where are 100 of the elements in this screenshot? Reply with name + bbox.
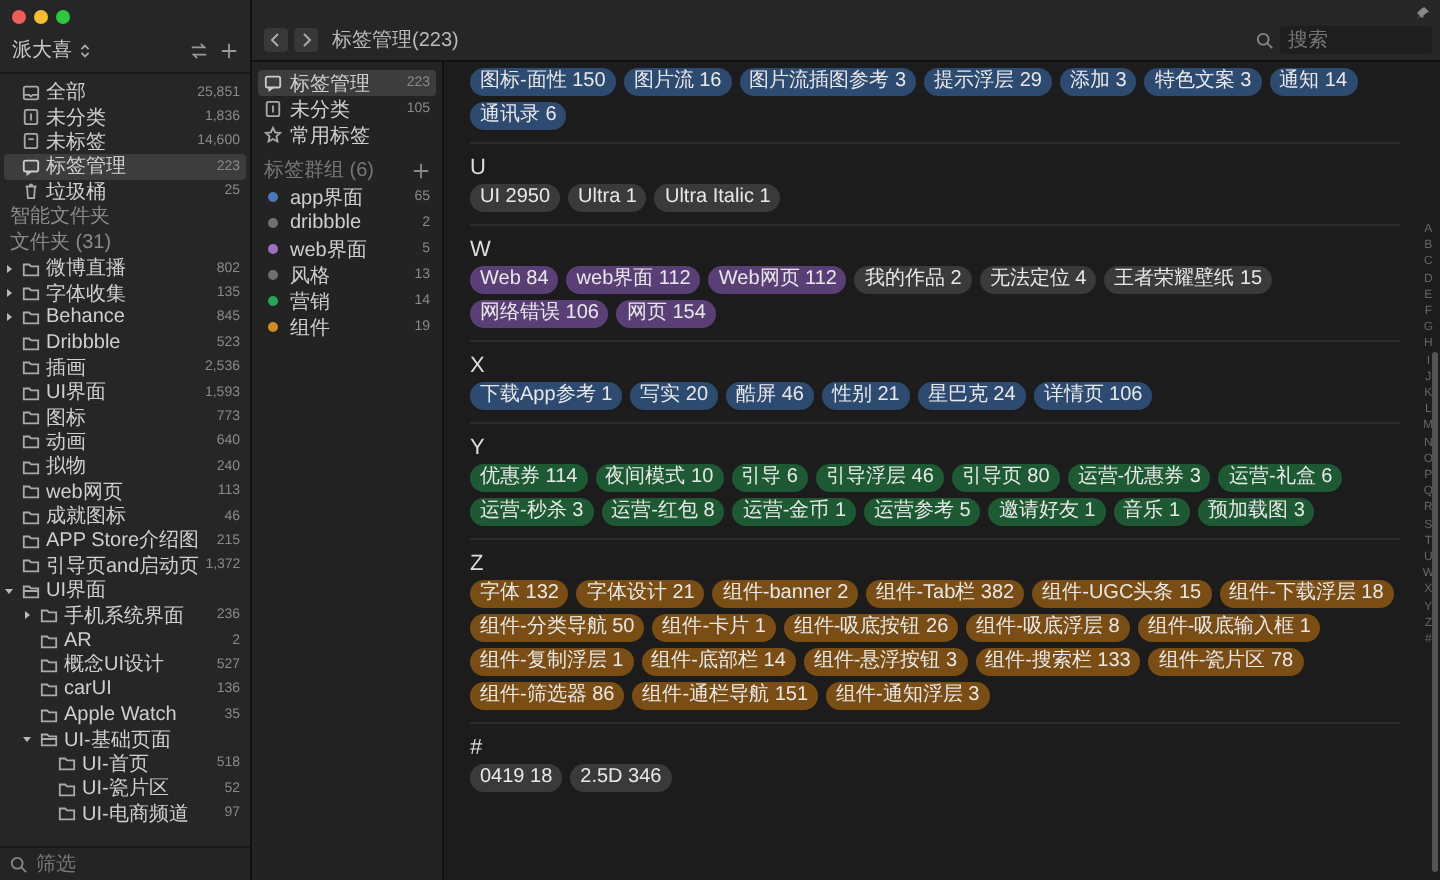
tag-board-icon	[264, 74, 282, 92]
star-icon	[264, 126, 282, 144]
tag-chip[interactable]: 组件-UGC头条 15	[1032, 580, 1212, 608]
tag-chip[interactable]: 图片流 16	[623, 68, 732, 96]
tag-chip[interactable]: 组件-筛选器 86	[470, 682, 625, 710]
tag-chip[interactable]: 组件-瓷片区 78	[1148, 648, 1304, 676]
tag-chip[interactable]: 星巴克 24	[917, 382, 1026, 410]
tag-chip[interactable]: 下载App参考 1	[470, 382, 623, 410]
tag-chip[interactable]: 运营-秒杀 3	[470, 498, 594, 526]
tag-chip[interactable]: 引导 6	[731, 464, 808, 492]
tag-chip[interactable]: 组件-吸底输入框 1	[1137, 614, 1321, 642]
section-heading: 标签群组 (6)	[264, 157, 376, 184]
add-icon[interactable]	[220, 41, 238, 59]
tag-chip[interactable]: web界面 112	[566, 266, 701, 294]
zoom-button[interactable]	[56, 10, 70, 24]
document-icon	[22, 108, 40, 127]
collapsed-arrow-icon[interactable]	[4, 312, 14, 323]
tag-chip[interactable]: 运营-礼盒 6	[1218, 464, 1343, 492]
tag-chip[interactable]: 提示浮层 29	[924, 68, 1052, 96]
tag-chip[interactable]: 字体设计 21	[576, 580, 705, 608]
tag-chip[interactable]: 网页 154	[616, 300, 716, 328]
expanded-arrow-icon[interactable]	[22, 734, 32, 745]
tag-chip[interactable]: 预加载图 3	[1198, 498, 1315, 526]
tag-chip[interactable]: 网络错误 106	[470, 300, 609, 328]
tag-chip[interactable]: 组件-复制浮层 1	[470, 648, 634, 676]
scrollbar-thumb[interactable]	[1432, 352, 1438, 872]
section-heading: 文件夹 (31)	[8, 229, 114, 256]
page-title: 标签管理(223)	[332, 27, 459, 54]
tag-chip[interactable]: 酷屏 46	[726, 382, 814, 410]
tag-chip[interactable]: 运营-红包 8	[601, 498, 725, 526]
section-letter: U	[470, 154, 488, 184]
tag-chip[interactable]: 优惠券 114	[470, 464, 588, 492]
tag-chip[interactable]: 引导页 80	[951, 464, 1060, 492]
tag-chip[interactable]: 2.5D 346	[570, 764, 672, 792]
tag-chip[interactable]: 组件-分类导航 50	[470, 614, 645, 642]
back-button[interactable]	[264, 28, 288, 52]
tag-chip[interactable]: 图片流插图参考 3	[739, 68, 917, 96]
tray-icon	[22, 83, 40, 102]
collapsed-arrow-icon[interactable]	[4, 263, 14, 274]
tag-chip[interactable]: 组件-底部栏 14	[641, 648, 796, 676]
sync-icon[interactable]	[190, 41, 208, 59]
tag-chip[interactable]: 特色文案 3	[1144, 68, 1262, 96]
library-switcher[interactable]: 派大喜	[8, 36, 98, 64]
tag-board-icon	[22, 157, 40, 176]
tag-chip[interactable]: 组件-banner 2	[712, 580, 859, 608]
tag-chip[interactable]: 运营-优惠券 3	[1067, 464, 1211, 492]
tag-chip[interactable]: 运营参考 5	[864, 498, 981, 526]
collapsed-arrow-icon[interactable]	[4, 288, 14, 299]
tag-chip[interactable]: 0419 18	[470, 764, 563, 792]
search-icon	[1256, 31, 1274, 49]
pin-icon[interactable]	[1416, 5, 1430, 19]
section-heading: 智能文件夹	[8, 203, 112, 230]
section-letter: W	[470, 236, 493, 266]
section-letter: X	[470, 352, 487, 382]
tag-chip[interactable]: 写实 20	[630, 382, 719, 410]
folder-item[interactable]: UI-基础页面	[22, 726, 246, 752]
tag-chip[interactable]: 组件-下载浮层 18	[1219, 580, 1394, 608]
document-icon	[264, 100, 282, 118]
tag-chip[interactable]: 组件-通知浮层 3	[826, 682, 990, 710]
tag-chip[interactable]: 字体 132	[470, 580, 569, 608]
tag-chip[interactable]: 组件-吸底浮层 8	[966, 614, 1130, 642]
filter-field[interactable]: 筛选	[36, 853, 176, 875]
tag-chip[interactable]: Ultra Italic 1	[654, 184, 781, 212]
minimize-button[interactable]	[34, 10, 48, 24]
tag-chip[interactable]: 夜间模式 10	[595, 464, 724, 492]
tag-chip[interactable]: 性别 21	[821, 382, 910, 410]
tag-panel-item[interactable]: 常用标签	[258, 122, 436, 148]
tag-chip[interactable]: 组件-悬浮按钮 3	[803, 648, 968, 676]
updown-icon	[76, 41, 94, 59]
tag-chip[interactable]: 通知 14	[1269, 68, 1358, 96]
forward-button[interactable]	[294, 28, 318, 52]
tag-chip[interactable]: 无法定位 4	[979, 266, 1097, 294]
tag-chip[interactable]: 组件-通栏导航 151	[632, 682, 819, 710]
folder-item[interactable]: UI界面	[4, 578, 246, 603]
tag-chip[interactable]: 我的作品 2	[854, 266, 972, 294]
expanded-arrow-icon[interactable]	[4, 585, 14, 596]
tag-chip[interactable]: 组件-搜索栏 133	[975, 648, 1141, 676]
folder-icon	[40, 730, 58, 749]
tag-chip[interactable]: Web 84	[470, 266, 559, 294]
tag-chip[interactable]: 组件-卡片 1	[652, 614, 776, 642]
add-icon[interactable]	[412, 161, 430, 179]
tag-chip[interactable]: Web网页 112	[708, 266, 847, 294]
tag-chip[interactable]: 运营-金币 1	[732, 498, 857, 526]
collapsed-arrow-icon[interactable]	[22, 610, 32, 621]
search-field[interactable]: 搜索	[1280, 26, 1432, 54]
tag-chip[interactable]: 详情页 106	[1033, 382, 1153, 410]
tag-chip[interactable]: 音乐 1	[1113, 498, 1191, 526]
tag-chip[interactable]: 图标-面性 150	[470, 68, 616, 96]
search-icon	[10, 855, 28, 873]
close-button[interactable]	[12, 10, 26, 24]
tag-chip[interactable]: Ultra 1	[568, 184, 647, 212]
tag-chip[interactable]: 组件-吸底按钮 26	[783, 614, 959, 642]
tag-chip[interactable]: 引导浮层 46	[815, 464, 944, 492]
tag-chip[interactable]: 王者荣耀壁纸 15	[1104, 266, 1273, 294]
tag-chip[interactable]: 组件-Tab栏 382	[866, 580, 1025, 608]
tag-chip[interactable]: 通讯录 6	[470, 102, 567, 130]
tag-chip[interactable]: UI 2950	[470, 184, 561, 212]
tag-chip[interactable]: 邀请好友 1	[988, 498, 1106, 526]
folder-icon	[22, 581, 40, 600]
tag-chip[interactable]: 添加 3	[1059, 68, 1137, 96]
